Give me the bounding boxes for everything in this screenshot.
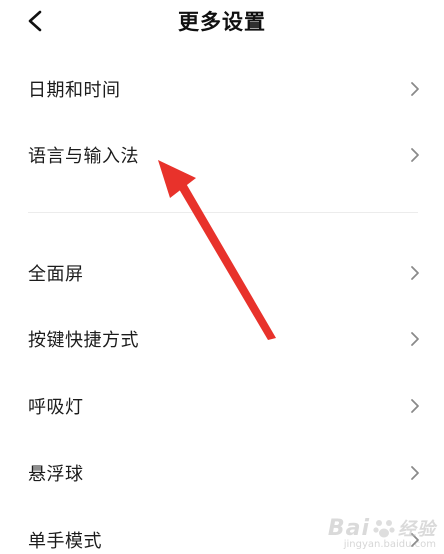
- more-settings-page: 更多设置 日期和时间 语言与输入法 全面屏 按键快捷方式 呼吸灯 悬浮球 单手模…: [0, 0, 444, 554]
- paw-icon: [373, 520, 395, 538]
- settings-item-key-shortcuts[interactable]: 按键快捷方式: [0, 306, 444, 372]
- watermark-brand: Bai: [327, 515, 370, 541]
- settings-item-floating-ball[interactable]: 悬浮球: [0, 440, 444, 506]
- settings-item-label: 日期和时间: [28, 80, 121, 101]
- watermark-logo: Bai 经验: [328, 515, 436, 541]
- watermark-url: jingyan.baidu.com: [343, 539, 436, 550]
- settings-item-label: 呼吸灯: [28, 397, 84, 418]
- chevron-right-icon: [408, 263, 422, 283]
- settings-item-label: 全面屏: [28, 264, 84, 285]
- settings-item-full-screen[interactable]: 全面屏: [0, 240, 444, 306]
- baidu-watermark: Bai 经验 jingyan.baidu.com: [328, 515, 436, 551]
- settings-item-label: 单手模式: [28, 531, 102, 552]
- chevron-right-icon: [408, 463, 422, 483]
- page-title: 更多设置: [178, 10, 266, 34]
- settings-item-language-input[interactable]: 语言与输入法: [0, 122, 444, 188]
- watermark-brand-suffix: 经验: [398, 519, 436, 540]
- settings-item-date-time[interactable]: 日期和时间: [0, 56, 444, 122]
- settings-item-label: 语言与输入法: [28, 146, 139, 167]
- chevron-right-icon: [408, 145, 422, 165]
- settings-item-label: 悬浮球: [28, 464, 84, 485]
- settings-item-label: 按键快捷方式: [28, 330, 139, 351]
- settings-item-breathing-light[interactable]: 呼吸灯: [0, 373, 444, 439]
- chevron-right-icon: [408, 329, 422, 349]
- section-divider: [28, 212, 418, 213]
- chevron-right-icon: [408, 79, 422, 99]
- header: 更多设置: [0, 0, 444, 44]
- chevron-right-icon: [408, 396, 422, 416]
